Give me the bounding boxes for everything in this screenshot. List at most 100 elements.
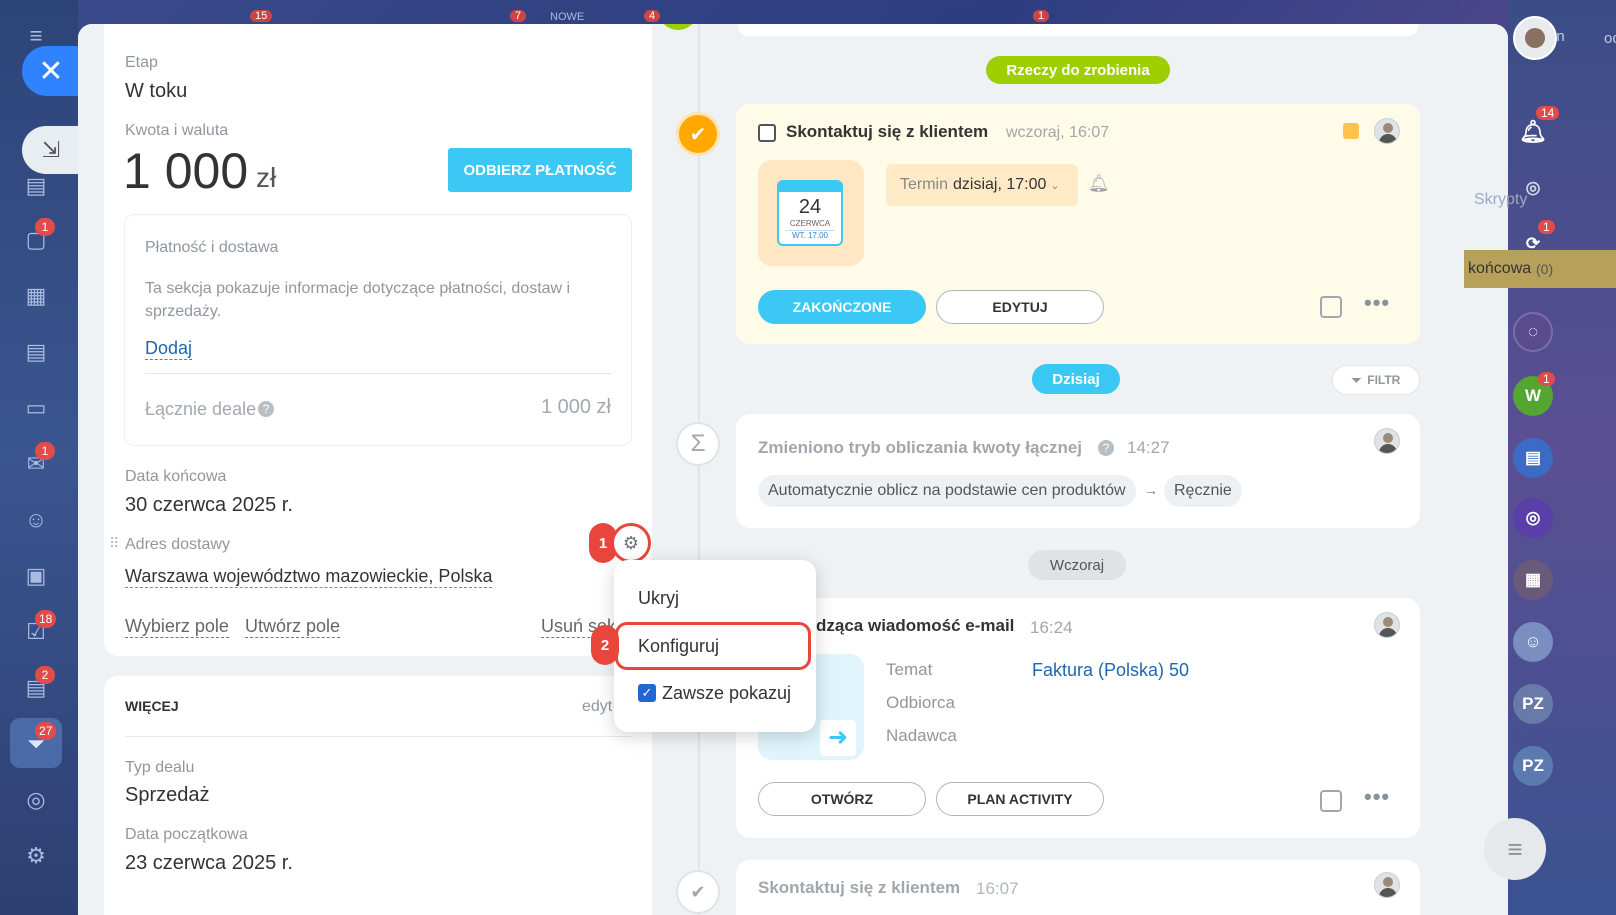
more-edit-link[interactable]: edyt bbox=[582, 698, 612, 716]
task-checkbox[interactable] bbox=[758, 124, 776, 142]
more-dots-icon[interactable]: ••• bbox=[1364, 784, 1390, 810]
chevron-down-icon: ⌄ bbox=[1050, 179, 1060, 192]
final-label: końcowa bbox=[1468, 260, 1532, 277]
done-button[interactable]: ZAKOŃCZONE bbox=[758, 290, 926, 324]
calendar-sub: WT. 17:00 bbox=[786, 230, 834, 240]
choose-field-link[interactable]: Wybierz pole bbox=[125, 616, 229, 638]
note-icon[interactable] bbox=[1320, 296, 1342, 318]
deal-type-value[interactable]: Sprzedaż bbox=[125, 784, 210, 807]
subject-value[interactable]: Faktura (Polska) 50 bbox=[1032, 660, 1189, 681]
end-date-value[interactable]: 30 czerwca 2025 r. bbox=[125, 494, 293, 517]
address-value[interactable]: Warszawa województwo mazowieckie, Polska bbox=[125, 566, 493, 588]
total-label: Łącznie deale bbox=[145, 399, 257, 419]
deadline-selector[interactable]: Termin dzisiaj, 17:00 ⌄ bbox=[886, 164, 1078, 206]
top-badge-a: 15 bbox=[250, 10, 273, 22]
todo-pill: Rzeczy do zrobienia bbox=[986, 56, 1170, 84]
messages-icon[interactable]: ▤ bbox=[1513, 438, 1553, 478]
close-button[interactable]: ✕ bbox=[22, 46, 80, 96]
top-badge-d: 1 bbox=[1033, 10, 1050, 22]
file-icon[interactable]: ▤ bbox=[20, 336, 52, 368]
sender-avatar[interactable] bbox=[1374, 612, 1400, 638]
card-icon[interactable]: ▭ bbox=[20, 392, 52, 424]
settings-icon[interactable]: ⚙ bbox=[20, 840, 52, 872]
start-date-value[interactable]: 23 czerwca 2025 r. bbox=[125, 852, 293, 875]
stage-value[interactable]: W toku bbox=[125, 80, 187, 103]
presentation-icon[interactable]: ▣ bbox=[20, 560, 52, 592]
task-title[interactable]: Skontaktuj się z klientem bbox=[786, 122, 988, 142]
note-icon[interactable] bbox=[1320, 790, 1342, 812]
gear-icon[interactable]: ⚙ bbox=[619, 531, 643, 555]
copilot-icon[interactable]: ◎ bbox=[1513, 498, 1553, 538]
author-avatar[interactable] bbox=[1374, 872, 1400, 898]
author-avatar[interactable] bbox=[1374, 428, 1400, 454]
top-text: oc bbox=[1604, 30, 1616, 47]
calendar-month: CZERWCA bbox=[789, 219, 831, 228]
more-card: WIĘCEJ edyt Typ dealu Sprzedaż Data pocz… bbox=[104, 676, 652, 915]
group-icon[interactable]: ☺ bbox=[1513, 622, 1553, 662]
create-field-link[interactable]: Utwórz pole bbox=[245, 616, 341, 638]
edit-button[interactable]: EDYTUJ bbox=[936, 290, 1104, 324]
help-icon[interactable]: ? bbox=[258, 401, 274, 417]
change-time: 14:27 bbox=[1127, 438, 1170, 457]
workgroup-avatar[interactable]: ▦ bbox=[1513, 560, 1553, 600]
bulb-icon[interactable]: ◌ bbox=[1513, 312, 1553, 352]
currency: zł bbox=[256, 162, 277, 193]
plan-activity-button[interactable]: PLAN ACTIVITY bbox=[936, 782, 1104, 816]
to-mode-chip: Ręcznie bbox=[1164, 475, 1242, 507]
receive-payment-button[interactable]: ODBIERZ PŁATNOŚĆ bbox=[448, 148, 632, 192]
pz-avatar-1[interactable]: PZ bbox=[1513, 684, 1553, 724]
task-card: Skontaktuj się z klientem wczoraj, 16:07… bbox=[736, 104, 1420, 344]
scripts-label: Skrypty bbox=[1474, 191, 1528, 208]
filter-button[interactable]: ⏷ FILTR bbox=[1332, 365, 1420, 395]
payment-add-link[interactable]: Dodaj bbox=[145, 338, 193, 360]
menu-item-hide[interactable]: Ukryj bbox=[638, 588, 679, 609]
bottom-task-title[interactable]: Skontaktuj się z klientem bbox=[758, 878, 960, 898]
filter-label: FILTR bbox=[1367, 373, 1401, 387]
menu-item-always-show[interactable]: Zawsze pokazuj bbox=[662, 683, 791, 704]
chat-list-button[interactable]: ≡ bbox=[1484, 818, 1546, 880]
amount-label: Kwota i waluta bbox=[125, 122, 229, 139]
color-tag-icon[interactable] bbox=[1343, 123, 1359, 139]
more-dots-icon[interactable]: ••• bbox=[1364, 290, 1390, 316]
chat-badge: 1 bbox=[1538, 220, 1555, 234]
target-icon[interactable]: ◎ bbox=[20, 784, 52, 816]
w-badge: 1 bbox=[1538, 372, 1555, 386]
pz-avatar-2[interactable]: PZ bbox=[1513, 746, 1553, 786]
payment-description: Ta sekcja pokazuje informacje dotyczące … bbox=[145, 280, 571, 320]
responsible-avatar[interactable] bbox=[1374, 118, 1400, 144]
notifications-badge: 14 bbox=[1536, 106, 1560, 120]
final-count: (0) bbox=[1536, 261, 1554, 277]
stage-label: Etap bbox=[125, 54, 158, 71]
download-icon: ⇲ bbox=[41, 137, 61, 162]
address-label: Adres dostawy bbox=[125, 536, 230, 553]
help-icon[interactable]: ? bbox=[1098, 440, 1114, 456]
timeline-line bbox=[698, 24, 700, 915]
change-title: Zmieniono tryb obliczania kwoty łącznej bbox=[758, 438, 1083, 457]
chat-badge: 1 bbox=[35, 218, 55, 236]
user-avatar[interactable] bbox=[1513, 16, 1557, 60]
email-title[interactable]: dząca wiadomość e-mail bbox=[816, 616, 1014, 636]
close-icon: ✕ bbox=[38, 54, 64, 88]
calendar-day: 24 bbox=[798, 196, 822, 218]
filter-icon: ⏷ bbox=[1351, 372, 1362, 387]
bell-icon[interactable]: 🔔︎ bbox=[1088, 174, 1110, 194]
calendar-icon: 24 CZERWCA WT. 17:00 bbox=[777, 180, 843, 246]
bottom-task-time: 16:07 bbox=[976, 879, 1019, 898]
tasks-badge: 18 bbox=[35, 610, 57, 628]
crm-badge: 2 bbox=[35, 666, 55, 684]
calendar-header bbox=[779, 182, 841, 192]
calendar-icon[interactable]: ▦ bbox=[20, 280, 52, 312]
recipient-label: Odbiorca bbox=[886, 693, 955, 712]
open-button[interactable]: OTWÓRZ bbox=[758, 782, 926, 816]
main-fields-card: Etap W toku Kwota i waluta 1 000 zł ODBI… bbox=[104, 24, 652, 656]
top-strip: 15 7 NOWE 4 1 bbox=[78, 0, 1508, 24]
comment-input[interactable] bbox=[738, 24, 1418, 36]
active-tab[interactable]: ⇲ bbox=[22, 126, 80, 174]
drag-handle-icon[interactable]: ⠿ bbox=[109, 535, 119, 552]
email-card: dząca wiadomość e-mail 16:24 ➜ Temat Fak… bbox=[736, 598, 1420, 838]
contacts-icon[interactable]: ☺ bbox=[20, 504, 52, 536]
menu-item-configure[interactable]: Konfiguruj bbox=[638, 636, 719, 657]
amount-value[interactable]: 1 000 bbox=[123, 142, 248, 200]
always-show-checkbox[interactable]: ✓ bbox=[638, 684, 656, 702]
document-icon[interactable]: ▤ bbox=[20, 170, 52, 202]
